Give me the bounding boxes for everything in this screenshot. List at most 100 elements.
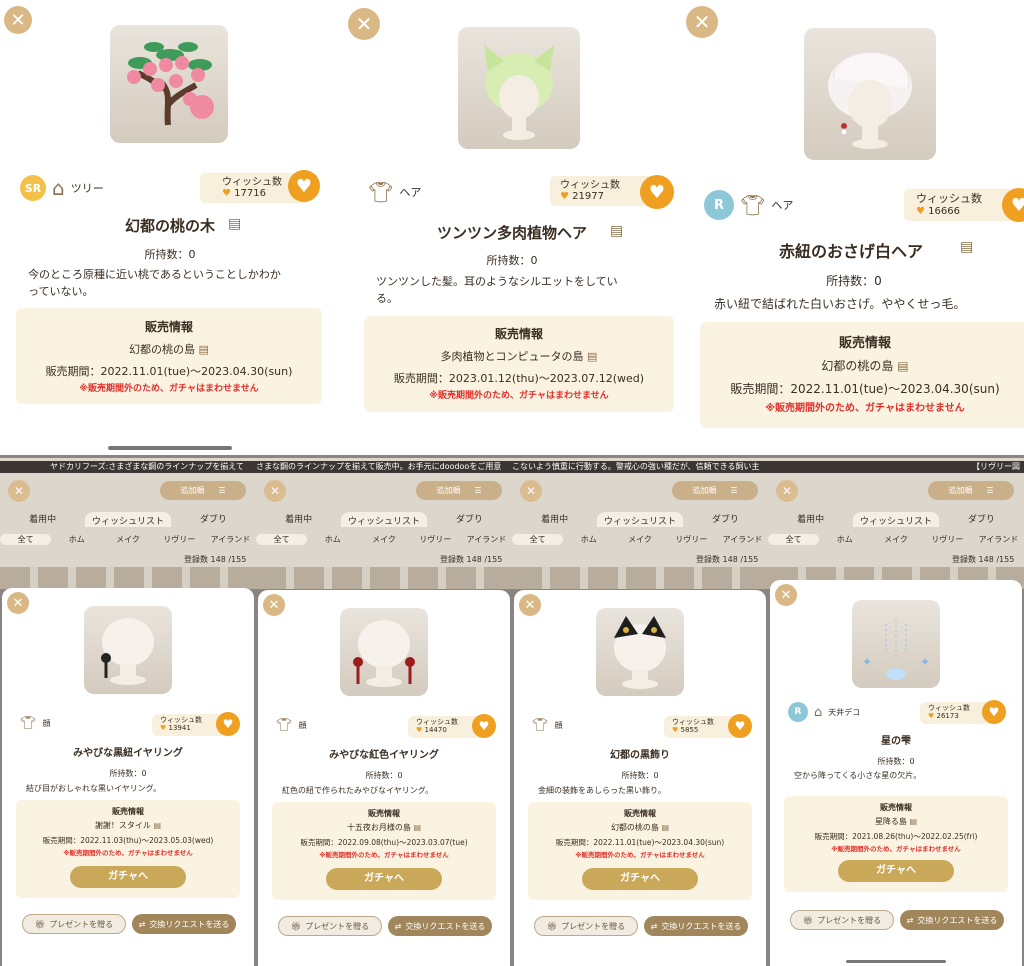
present-button[interactable]: 🎁︎ プレゼントを贈る xyxy=(22,914,126,934)
green-hair-icon xyxy=(484,45,554,140)
sort-dropdown[interactable]: 追加順 ☰ xyxy=(416,481,502,500)
gacha-button[interactable]: ガチャへ xyxy=(582,868,698,890)
subtab-make[interactable]: メイク xyxy=(102,534,153,545)
collection-tabs: 着用中 ウィッシュリスト ダブり xyxy=(0,512,256,527)
subtab-livly[interactable]: リヴリー xyxy=(666,534,717,545)
wishlist-heart-button[interactable]: ♥ xyxy=(288,170,320,202)
sales-info-box: 販売情報 十五夜お月様の島 ▤ 販売期間：2022.09.08(thu)～202… xyxy=(272,802,496,900)
heart-icon: ♥ xyxy=(916,205,925,217)
sort-dropdown[interactable]: 追加順 ☰ xyxy=(928,481,1014,500)
tab-wishlist[interactable]: ウィッシュリスト xyxy=(597,512,683,527)
sort-dropdown[interactable]: 追加順 ☰ xyxy=(672,481,758,500)
subtab-island[interactable]: アイランド xyxy=(717,534,768,545)
tab-duplicates[interactable]: ダブり xyxy=(683,512,768,527)
wishlist-heart-button[interactable]: ♥ xyxy=(472,714,496,738)
home-indicator xyxy=(108,446,232,450)
close-icon[interactable]: ✕ xyxy=(776,480,798,502)
subtab-homu[interactable]: ホム xyxy=(819,534,870,545)
ceiling-deco-icon: ⌂ xyxy=(814,704,823,720)
subtab-island[interactable]: アイランド xyxy=(973,534,1024,545)
trade-request-button[interactable]: ⇄ 交換リクエストを送る xyxy=(132,914,236,934)
tab-wearing[interactable]: 着用中 xyxy=(768,512,853,527)
owned-count: 所持数：0 xyxy=(621,771,659,780)
tab-wishlist[interactable]: ウィッシュリスト xyxy=(853,512,939,527)
tab-duplicates[interactable]: ダブり xyxy=(171,512,256,527)
wishlist-heart-button[interactable]: ♥ xyxy=(728,714,752,738)
subtab-all[interactable]: 全て xyxy=(256,534,308,545)
subtab-make[interactable]: メイク xyxy=(358,534,409,545)
wishlist-heart-button[interactable]: ♥ xyxy=(216,712,240,736)
subtab-make[interactable]: メイク xyxy=(614,534,665,545)
tab-wishlist[interactable]: ウィッシュリスト xyxy=(341,512,427,527)
tab-wearing[interactable]: 着用中 xyxy=(256,512,341,527)
subtab-island[interactable]: アイランド xyxy=(205,534,256,545)
sort-dropdown[interactable]: 追加順 ☰ xyxy=(160,481,246,500)
memo-icon[interactable]: ▤ xyxy=(228,216,241,232)
close-icon[interactable]: ✕ xyxy=(7,592,29,614)
sort-icon: ☰ xyxy=(730,486,738,495)
subtab-make[interactable]: メイク xyxy=(870,534,921,545)
subtab-all[interactable]: 全て xyxy=(768,534,820,545)
present-button[interactable]: 🎁︎ プレゼントを贈る xyxy=(790,910,894,930)
item-thumbnail xyxy=(340,608,428,696)
gacha-button[interactable]: ガチャへ xyxy=(838,860,954,882)
subtab-livly[interactable]: リヴリー xyxy=(922,534,973,545)
tab-duplicates[interactable]: ダブり xyxy=(939,512,1024,527)
item-detail-card-2: ✕ 👕︎ ヘア ウィッシュ数 ♥ 21977 ♥ ツンツン多肉植物ヘア ▤ 所持数… xyxy=(342,0,682,455)
owned-count: 所持数：0 xyxy=(486,254,538,267)
wish-label: ウィッシュ数 xyxy=(916,192,982,206)
subtab-island[interactable]: アイランド xyxy=(461,534,512,545)
close-icon[interactable]: ✕ xyxy=(519,594,541,616)
sale-period: 販売期間：2021.08.26(thu)～2022.02.25(fri) xyxy=(814,832,978,841)
close-icon[interactable]: ✕ xyxy=(348,8,380,40)
screenshot-collage: ✕ SR ⌂ ツリー ウィッシュ数 ♥ 17716 ♥ 幻都の桃の木 ▤ 所持数：… xyxy=(0,0,1024,966)
category-label: 顔 xyxy=(42,719,51,728)
sales-info-title: 販売情報 xyxy=(368,809,400,818)
item-description: 空から降ってくる小さな星の欠片。 xyxy=(794,771,922,780)
gacha-button[interactable]: ガチャへ xyxy=(326,868,442,890)
tab-wishlist[interactable]: ウィッシュリスト xyxy=(85,512,171,527)
gacha-button[interactable]: ガチャへ xyxy=(70,866,186,888)
red-earring-icon xyxy=(353,620,415,687)
item-name: 幻都の桃の木 xyxy=(124,217,215,235)
subtab-livly[interactable]: リヴリー xyxy=(154,534,205,545)
wishlist-heart-button[interactable]: ♥ xyxy=(640,175,674,209)
trade-request-button[interactable]: ⇄ 交換リクエストを送る xyxy=(900,910,1004,930)
tab-wearing[interactable]: 着用中 xyxy=(512,512,597,527)
sale-period: 販売期間：2022.09.08(thu)～2023.03.07(tue) xyxy=(300,838,468,847)
close-icon[interactable]: ✕ xyxy=(686,6,718,38)
close-icon[interactable]: ✕ xyxy=(263,594,285,616)
close-icon[interactable]: ✕ xyxy=(8,480,30,502)
memo-icon: ▤ xyxy=(909,817,918,826)
owned-count: 所持数：0 xyxy=(144,248,196,261)
subtab-all[interactable]: 全て xyxy=(0,534,52,545)
subtab-all[interactable]: 全て xyxy=(512,534,564,545)
item-name: 星の雫 xyxy=(881,736,911,747)
trade-request-button[interactable]: ⇄ 交換リクエストを送る xyxy=(644,916,748,936)
sort-label: 追加順 xyxy=(948,486,973,495)
wishlist-heart-button[interactable]: ♥ xyxy=(982,700,1006,724)
present-button[interactable]: 🎁︎ プレゼントを贈る xyxy=(534,916,638,936)
item-detail-card-bottom-1: ✕ 👕︎ 顔 ウィッシュ数 ♥ 13941 ♥ みやびな黒紐イヤリング 所持数：0… xyxy=(2,588,254,966)
memo-icon[interactable]: ▤ xyxy=(960,239,973,255)
subtab-homu[interactable]: ホム xyxy=(51,534,102,545)
tab-wearing[interactable]: 着用中 xyxy=(0,512,85,527)
subtab-homu[interactable]: ホム xyxy=(563,534,614,545)
tab-duplicates[interactable]: ダブり xyxy=(427,512,512,527)
subtab-homu[interactable]: ホム xyxy=(307,534,358,545)
white-hair-icon xyxy=(828,51,912,149)
close-icon[interactable]: ✕ xyxy=(4,6,32,34)
close-icon[interactable]: ✕ xyxy=(264,480,286,502)
close-icon[interactable]: ✕ xyxy=(520,480,542,502)
subtab-livly[interactable]: リヴリー xyxy=(410,534,461,545)
memo-icon: ▤ xyxy=(897,359,909,373)
trade-request-button[interactable]: ⇄ 交換リクエストを送る xyxy=(388,916,492,936)
category-subtabs: 全て ホム メイク リヴリー アイランド xyxy=(0,534,256,545)
present-button[interactable]: 🎁︎ プレゼントを贈る xyxy=(278,916,382,936)
trade-icon: ⇄ xyxy=(138,919,146,929)
memo-icon[interactable]: ▤ xyxy=(610,223,623,239)
sort-label: 追加順 xyxy=(436,486,461,495)
close-icon[interactable]: ✕ xyxy=(775,584,797,606)
tree-category-icon: ⌂ xyxy=(52,176,65,200)
wish-count-box: ウィッシュ数 ♥ 16666 xyxy=(904,189,1014,221)
